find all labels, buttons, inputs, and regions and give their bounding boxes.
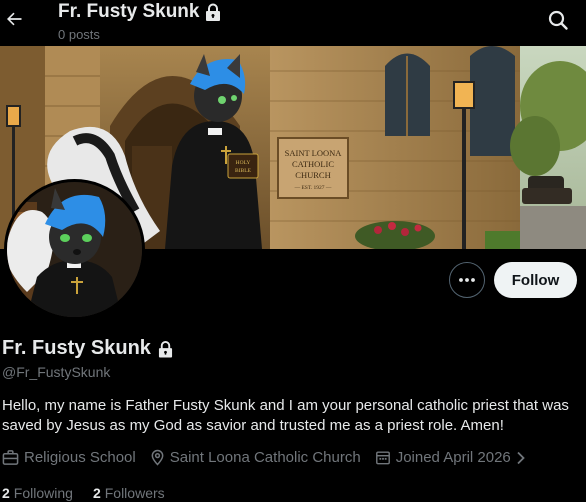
user-handle: @Fr_FustySkunk: [2, 364, 111, 380]
back-button[interactable]: [0, 4, 28, 34]
followers-count: 2: [92, 485, 101, 501]
following-count: 2: [2, 485, 10, 501]
profile-meta: Religious School Saint Loona Catholic Ch…: [2, 449, 526, 466]
book-line-1: HOLY: [236, 160, 251, 166]
book-line-2: BIBLE: [235, 168, 252, 174]
header-title-group: Fr. Fusty Skunk 0 posts: [58, 2, 221, 42]
search-button[interactable]: [546, 8, 570, 32]
lock-icon: [206, 3, 221, 21]
header-name: Fr. Fusty Skunk: [58, 1, 200, 22]
category-text: Religious School: [24, 449, 136, 466]
display-name: Fr. Fusty Skunk: [2, 337, 173, 360]
following-label: Following: [13, 485, 73, 501]
profile-bio: Hello, my name is Father Fusty Skunk and…: [2, 397, 569, 434]
followers-link[interactable]: 2 Followers: [93, 485, 165, 501]
location-item: Saint Loona Catholic Church: [150, 449, 361, 466]
briefcase-icon: [2, 450, 19, 465]
joined-text: Joined April 2026: [395, 449, 511, 466]
location-text: Saint Loona Catholic Church: [169, 449, 361, 466]
location-pin-icon: [151, 449, 164, 466]
profile-avatar[interactable]: [4, 179, 145, 320]
ellipsis-icon: [459, 278, 475, 282]
joined-date[interactable]: Joined April 2026: [375, 449, 526, 466]
search-icon: [548, 10, 568, 30]
chevron-right-icon: [517, 451, 525, 464]
sign-line-3: CHURCH: [295, 170, 330, 180]
follow-stats: 2 Following 2 Followers: [2, 485, 185, 501]
sign-line-4: — EST. 1927 —: [294, 185, 332, 191]
top-bar: Fr. Fusty Skunk 0 posts: [0, 0, 586, 46]
sign-line-1: SAINT LOONA: [285, 148, 343, 158]
followers-label: Followers: [104, 485, 165, 501]
avatar-image: [7, 182, 142, 317]
back-arrow-icon: [7, 12, 22, 26]
display-name-text: Fr. Fusty Skunk: [2, 337, 151, 359]
follow-button[interactable]: Follow: [494, 262, 577, 298]
post-count: 0 posts: [58, 27, 100, 42]
category-item: Religious School: [2, 449, 136, 466]
sign-line-2: CATHOLIC: [292, 159, 334, 169]
lock-icon: [158, 340, 172, 357]
calendar-icon: [375, 451, 390, 465]
more-options-button[interactable]: [449, 262, 485, 298]
following-link[interactable]: 2 Following: [2, 485, 73, 501]
header-title: Fr. Fusty Skunk: [58, 2, 221, 22]
